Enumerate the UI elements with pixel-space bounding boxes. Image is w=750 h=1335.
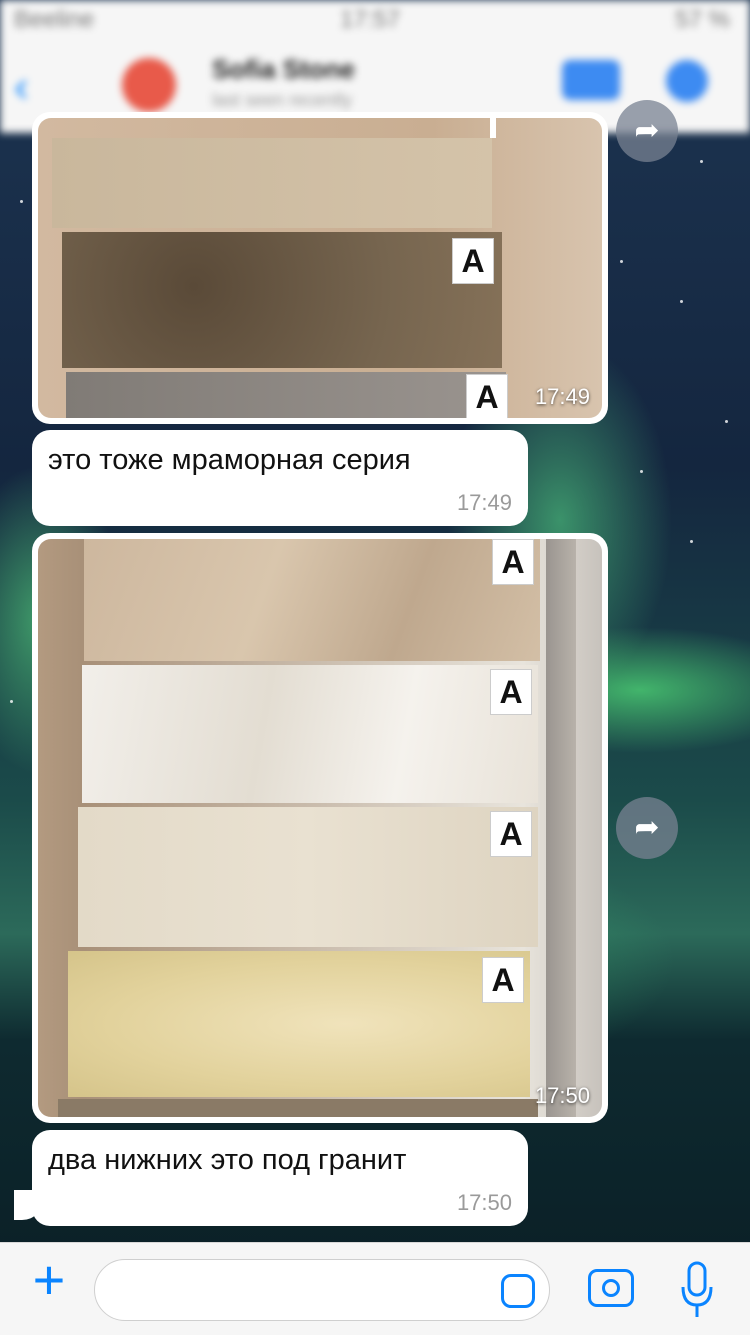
photo-message-1[interactable]: A A 17:49 (32, 112, 608, 424)
slab-white-onyx (82, 665, 538, 803)
text-message-1[interactable]: это тоже мраморная серия 17:49 (32, 430, 528, 526)
camera-icon[interactable] (588, 1269, 634, 1307)
message-text: это тоже мраморная серия (48, 444, 411, 476)
slab-marble-beige (84, 539, 540, 661)
photo-message-2[interactable]: A A A A 17:50 (32, 533, 608, 1123)
label-a: A (452, 238, 494, 284)
label-a: A (482, 957, 524, 1003)
phone-call-icon[interactable] (666, 60, 708, 102)
stone-sample-photo-2[interactable]: A A A A 17:50 (38, 539, 602, 1117)
slab-cream (78, 807, 538, 947)
slab-brown-speckled (62, 232, 502, 368)
label-a: A (492, 539, 534, 585)
status-bar: Beeline 17:57 57 % (0, 6, 750, 34)
back-chevron-icon[interactable]: ‹ (14, 62, 44, 111)
slab-bottom-edge (58, 1099, 538, 1117)
message-time: 17:50 (534, 1083, 590, 1108)
avatar[interactable] (122, 58, 176, 112)
forward-button-1[interactable]: ➦ (616, 100, 678, 162)
message-text: два нижних это под гранит (48, 1144, 407, 1176)
label-edge (490, 118, 496, 138)
contact-name[interactable]: Sofia Stone (212, 54, 392, 84)
status-time: 17:57 (340, 6, 401, 33)
message-time: 17:49 (456, 490, 512, 515)
slab-yellow-onyx (68, 951, 530, 1097)
text-message-2[interactable]: два нижних это под гранит 17:50 (32, 1130, 528, 1226)
message-field[interactable] (94, 1259, 550, 1321)
label-a: A (490, 811, 532, 857)
slab-side-stack (546, 539, 576, 1117)
contact-status: last seen recently (212, 90, 353, 110)
message-time: 17:50 (456, 1190, 512, 1215)
message-time: 17:49 (534, 384, 590, 409)
label-a: A (490, 669, 532, 715)
video-call-icon[interactable] (562, 60, 620, 100)
plus-icon[interactable]: + (24, 1252, 74, 1308)
battery-label: 57 % (675, 6, 730, 33)
label-a: A (466, 374, 508, 418)
carrier-label: Beeline (14, 6, 95, 33)
forward-button-2[interactable]: ➦ (616, 797, 678, 859)
slab-grey (66, 372, 506, 418)
slab-beige (52, 138, 492, 228)
stone-sample-photo-1[interactable]: A A 17:49 (38, 118, 602, 418)
microphone-icon[interactable] (680, 1261, 714, 1321)
sticker-icon[interactable] (501, 1274, 535, 1308)
message-input[interactable] (115, 1260, 499, 1320)
message-input-bar: + (0, 1242, 750, 1335)
